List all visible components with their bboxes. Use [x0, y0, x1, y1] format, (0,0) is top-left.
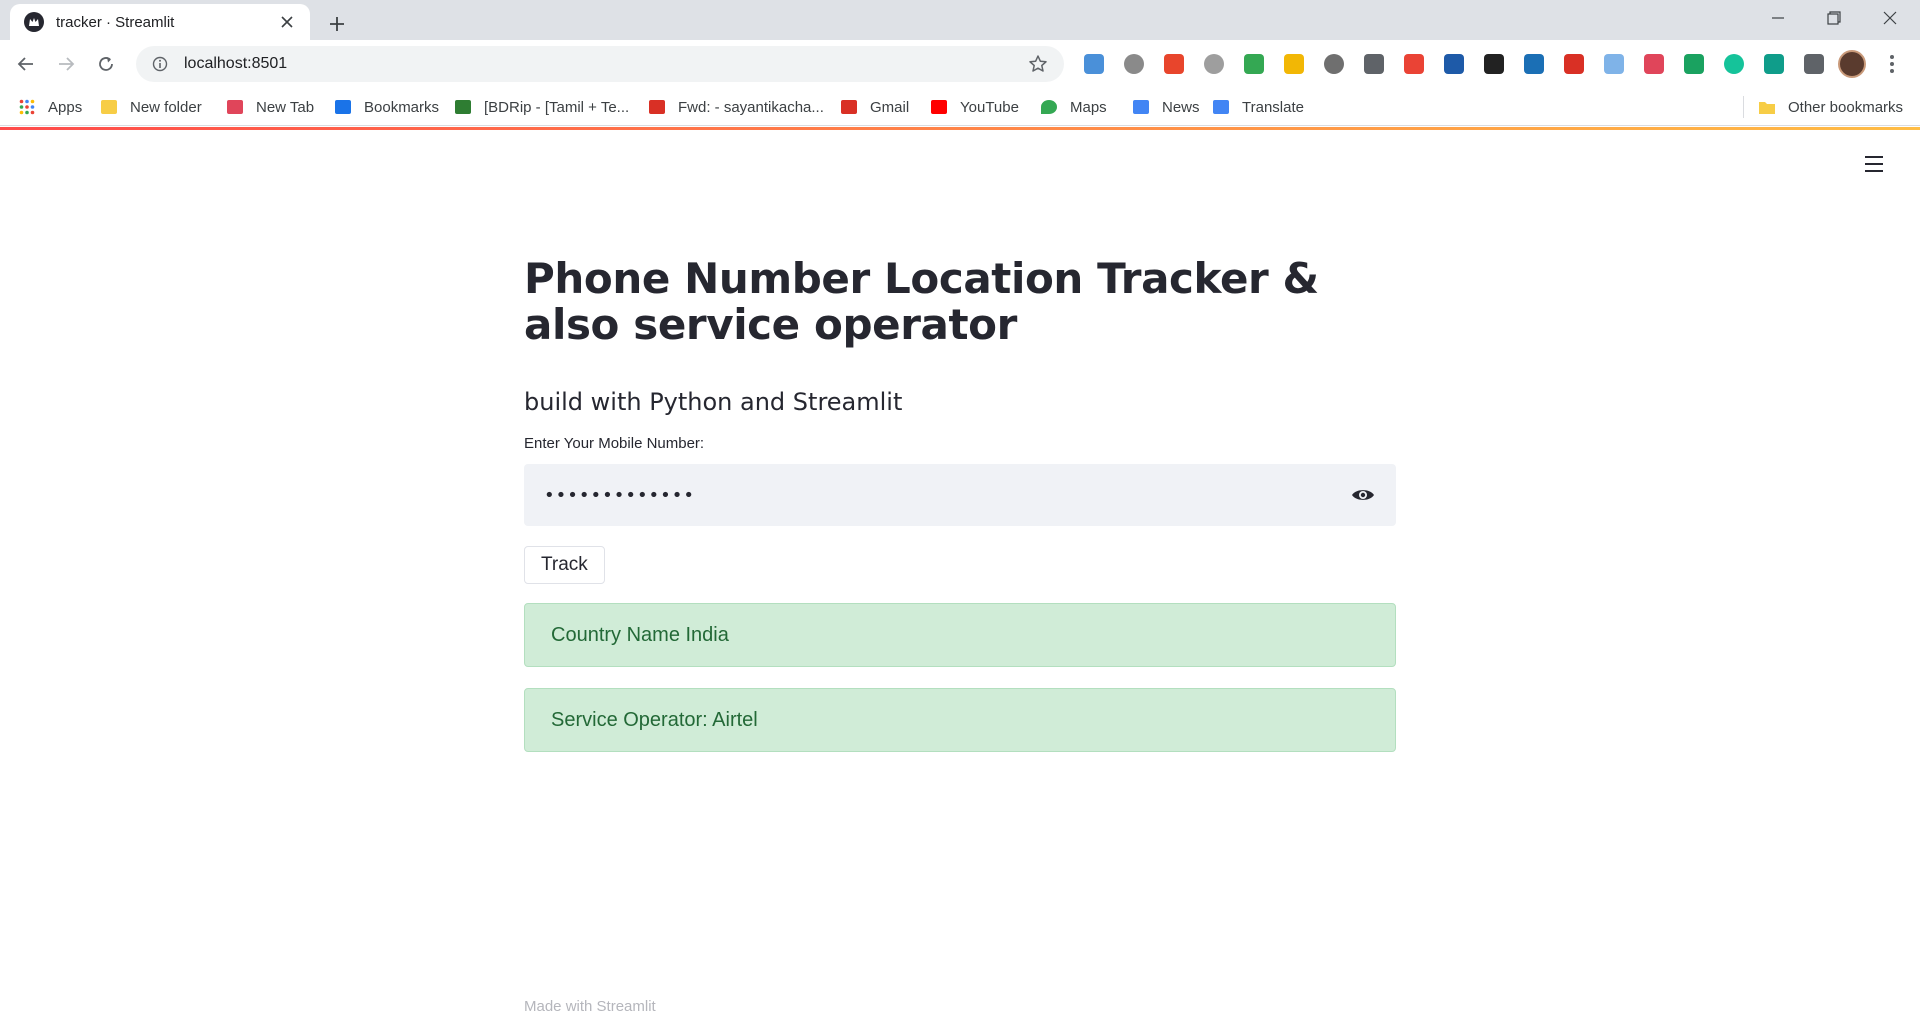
clapper-ext-icon[interactable]	[1440, 50, 1468, 78]
profile-avatar[interactable]	[1838, 50, 1866, 78]
streamlit-header-decoration	[0, 127, 1920, 130]
close-icon[interactable]	[276, 11, 298, 33]
newtab-icon	[226, 98, 244, 116]
bookmark-label: [BDRip - [Tamil + Te...	[484, 98, 630, 116]
bookmark-item[interactable]: Bookmarks	[334, 97, 439, 117]
restore-icon[interactable]	[1806, 0, 1862, 36]
tv-ext-icon[interactable]	[1640, 50, 1668, 78]
pen-ext-icon[interactable]	[1760, 50, 1788, 78]
bookmarks-separator	[1743, 96, 1744, 118]
bookmark-apps[interactable]: Apps	[18, 97, 82, 117]
gmail-icon	[840, 98, 858, 116]
paytm-ext-icon[interactable]	[1280, 50, 1308, 78]
search-ext-icon[interactable]	[1120, 50, 1148, 78]
new-tab-button[interactable]	[322, 9, 352, 39]
browser-toolbar: localhost:8501	[0, 40, 1920, 88]
bookmark-item[interactable]: New Tab	[226, 97, 314, 117]
mobile-number-label: Enter Your Mobile Number:	[524, 435, 705, 452]
eye-icon[interactable]	[1348, 480, 1378, 510]
info-icon[interactable]	[150, 54, 170, 74]
bookmark-label: News	[1162, 98, 1200, 116]
bookmarks-bar: Apps New folder New Tab Bookmarks [BDRip - …	[0, 88, 1920, 126]
hamburger-menu-icon[interactable]	[1862, 152, 1886, 176]
star-icon[interactable]	[1026, 52, 1050, 76]
bookmark-item[interactable]: YouTube	[930, 97, 1019, 117]
forward-arrow-icon[interactable]	[50, 48, 82, 80]
bookmark-label: Translate	[1242, 98, 1304, 116]
apps-grid-icon	[18, 98, 36, 116]
bookmark-label: Other bookmarks	[1788, 98, 1904, 116]
google-translate-icon[interactable]	[1080, 50, 1108, 78]
tr-icon	[454, 98, 472, 116]
news-icon	[1132, 98, 1150, 116]
maps-pin-icon	[1040, 98, 1058, 116]
bookmark-item[interactable]: [BDRip - [Tamil + Te...	[454, 97, 629, 117]
browser-menu-icon[interactable]	[1880, 52, 1904, 76]
chrome-ext-icon[interactable]	[1240, 50, 1268, 78]
grammarly-icon[interactable]	[1720, 50, 1748, 78]
globe-ext-icon[interactable]	[1320, 50, 1348, 78]
folder-icon	[1758, 98, 1776, 116]
track-button[interactable]: Track	[524, 546, 605, 584]
bookmark-label: Gmail	[870, 98, 910, 116]
mobile-number-field[interactable]: •••••••••••••	[524, 464, 1396, 526]
bookmark-item[interactable]: Gmail	[840, 97, 909, 117]
bookmark-label: Maps	[1070, 98, 1107, 116]
bookmark-label: YouTube	[960, 98, 1019, 116]
main-content: Phone Number Location Tracker & also ser…	[524, 256, 1396, 752]
bookmark-label: New folder	[130, 98, 202, 116]
bracket-ext-icon[interactable]	[1160, 50, 1188, 78]
window-close-icon[interactable]	[1862, 0, 1918, 36]
bookmark-item[interactable]: Translate	[1212, 97, 1304, 117]
translate-icon	[1212, 98, 1230, 116]
back-arrow-icon[interactable]	[10, 48, 42, 80]
page-title: Phone Number Location Tracker & also ser…	[524, 254, 1319, 349]
bookmark-item[interactable]: Fwd: - sayantikacha...	[648, 97, 824, 117]
tab-title: tracker · Streamlit	[56, 13, 175, 31]
operator-result-alert: Service Operator: Airtel	[524, 688, 1396, 752]
bookmark-label: New Tab	[256, 98, 315, 116]
forward-ext-icon[interactable]	[1560, 50, 1588, 78]
bookmark-item[interactable]: News	[1132, 97, 1200, 117]
mobile-number-input[interactable]: •••••••••••••	[544, 485, 1348, 506]
bookmark-label: Apps	[48, 98, 83, 116]
magnifier-ext-icon[interactable]	[1200, 50, 1228, 78]
other-bookmarks[interactable]: Other bookmarks	[1758, 97, 1903, 117]
bookmark-label: Bookmarks	[364, 98, 440, 116]
reload-icon[interactable]	[90, 48, 122, 80]
shield-ext-icon[interactable]	[1680, 50, 1708, 78]
card-ext-icon[interactable]	[1480, 50, 1508, 78]
youtube-icon	[930, 98, 948, 116]
browser-tabstrip: tracker · Streamlit	[0, 0, 1920, 40]
doc-ext-icon[interactable]	[1600, 50, 1628, 78]
page-subtitle: build with Python and Streamlit	[524, 388, 903, 416]
gamepad-ext-icon[interactable]	[1360, 50, 1388, 78]
streamlit-favicon-icon	[24, 12, 44, 32]
star-bookmark-icon	[334, 98, 352, 116]
extensions-bar	[1080, 50, 1840, 78]
country-result-alert: Country Name India	[524, 603, 1396, 667]
bookmark-label: Fwd: - sayantikacha...	[678, 98, 824, 116]
minimize-icon[interactable]	[1750, 0, 1806, 36]
browser-tab[interactable]: tracker · Streamlit	[10, 4, 310, 40]
url-text[interactable]: localhost:8501	[184, 55, 1026, 73]
gmail-icon	[648, 98, 666, 116]
puzzle-icon[interactable]	[1800, 50, 1828, 78]
clapper2-ext-icon[interactable]	[1520, 50, 1548, 78]
folder-icon	[100, 98, 118, 116]
made-with-streamlit-footer[interactable]: Made with Streamlit	[524, 998, 656, 1015]
bookmark-item[interactable]: New folder	[100, 97, 202, 117]
chrome2-ext-icon[interactable]	[1400, 50, 1428, 78]
address-bar[interactable]: localhost:8501	[136, 46, 1064, 82]
bookmark-item[interactable]: Maps	[1040, 97, 1107, 117]
